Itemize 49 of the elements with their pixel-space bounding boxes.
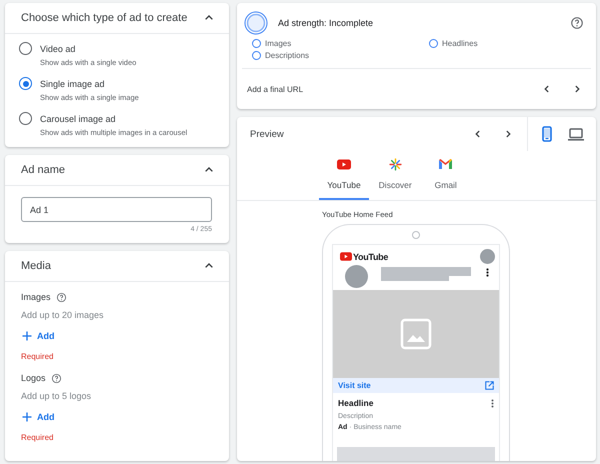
external-link-icon[interactable] [485, 381, 494, 390]
plus-icon [21, 330, 33, 342]
card-title: Choose which type of ad to create [21, 12, 188, 24]
hint-text: Add up to 5 logos [21, 391, 92, 401]
ad-name-field[interactable]: Ad 1 [21, 197, 212, 222]
card-title: Ad name [21, 164, 66, 176]
checklist-label: Images [265, 39, 292, 48]
final-url-prompt: Add a final URL [247, 84, 304, 94]
camera-icon [412, 231, 420, 239]
add-button[interactable]: Add [21, 330, 54, 342]
ad-headline: Headline [338, 398, 374, 408]
error-text: Required [21, 433, 54, 442]
channel-avatar-icon [345, 265, 368, 288]
app-logo: YouTube [340, 252, 388, 262]
card-title: Media [21, 260, 51, 272]
option-label: Carousel image ad [40, 114, 117, 124]
ad-strength-title: Ad strength: Incomplete [278, 18, 374, 28]
section-label: Logos [21, 373, 46, 383]
more-icon[interactable] [486, 268, 489, 277]
avatar-icon [480, 249, 495, 264]
preview-title: Preview [250, 128, 285, 140]
error-text: Required [21, 352, 54, 361]
starburst-logo-icon [388, 158, 402, 170]
radio-button[interactable] [19, 112, 32, 125]
visit-site-link[interactable]: Visit site [338, 381, 371, 390]
strength-ring-icon [244, 11, 268, 35]
help-icon[interactable] [56, 292, 67, 302]
radio-button[interactable] [19, 42, 32, 55]
channel-tab[interactable]: YouTube [319, 151, 369, 200]
play-logo-icon [336, 158, 351, 170]
more-icon[interactable] [491, 398, 494, 408]
checklist-label: Headlines [442, 39, 478, 48]
channel-tab[interactable]: Discover [370, 151, 420, 200]
channel-tab[interactable]: Gmail [422, 151, 470, 200]
help-icon[interactable] [570, 16, 584, 30]
laptop-icon[interactable] [568, 128, 584, 140]
plus-icon [21, 411, 33, 423]
image-icon [400, 318, 432, 350]
option-label: Video ad [40, 44, 76, 54]
option-label: Single image ad [40, 78, 106, 88]
checklist-label: Descriptions [265, 51, 310, 60]
add-button[interactable]: Add [21, 411, 54, 423]
help-icon[interactable] [50, 372, 62, 384]
envelope-logo-icon [439, 159, 452, 169]
radio-button[interactable] [19, 77, 32, 90]
phone-icon[interactable] [542, 126, 552, 142]
hint-text: Add up to 20 images [21, 310, 104, 320]
play-logo-icon [340, 252, 352, 261]
section-label: Images [21, 292, 51, 302]
